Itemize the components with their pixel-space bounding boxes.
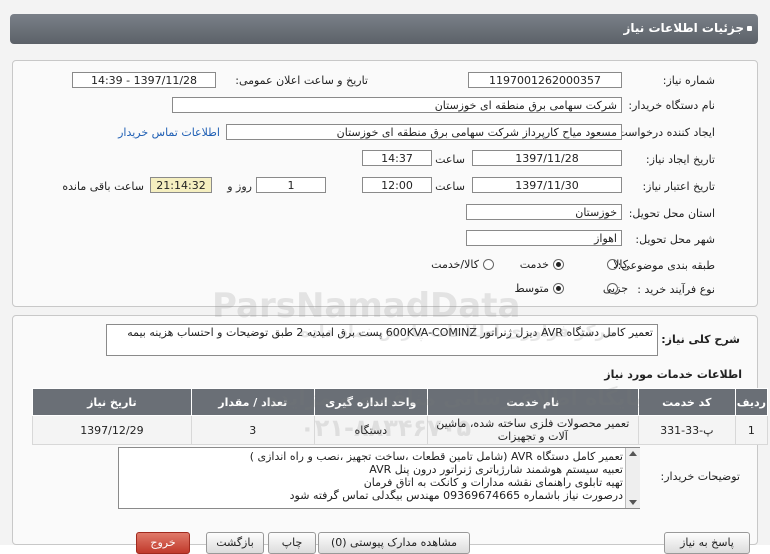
validity-date-field: 1397/11/30 (472, 177, 622, 193)
buyer-org-label: نام دستگاه خریدار: (628, 99, 715, 112)
created-time-label: ساعت (435, 153, 465, 166)
bullet-icon (747, 26, 752, 31)
need-number-label: شماره نیاز: (662, 74, 715, 87)
validity-time-field: 12:00 (362, 177, 432, 193)
notes-line: تعبیه سیستم هوشمند شارژباتری ژنراتور درو… (369, 463, 623, 476)
created-date-field: 1397/11/28 (472, 150, 622, 166)
requester-label: ایجاد کننده درخواست: (613, 126, 715, 139)
general-desc-label: شرح کلی نیاز: (661, 333, 740, 346)
requester-field: مسعود میاح کارپرداز شرکت سهامی برق منطقه… (226, 124, 622, 140)
services-info-heading: اطلاعات خدمات مورد نیاز (604, 368, 742, 381)
category-service-label: خدمت (519, 258, 549, 271)
notes-line: تهیه تابلوی راهنمای نقشه مدارات و کانکت … (363, 476, 623, 489)
process-medium-label: متوسط (514, 282, 549, 295)
announce-datetime-field: 1397/11/28 - 14:39 (72, 72, 216, 88)
buyer-notes-textarea[interactable]: تعمیر کامل دستگاه AVR (شامل تامین قطعات … (118, 447, 640, 509)
col-service-code: کد خدمت (637, 388, 736, 416)
time-left-field: 21:14:32 (150, 177, 212, 193)
services-table: ردیف کد خدمت نام خدمت واحد اندازه گیری ت… (32, 388, 769, 445)
category-goods-label: کالا (613, 258, 628, 271)
buyer-contact-link[interactable]: اطلاعات تماس خریدار (118, 126, 220, 139)
back-button[interactable]: بازگشت (206, 532, 264, 554)
process-type-label: نوع فرآیند خرید : (637, 283, 715, 296)
remaining-hours-label: ساعت باقی مانده (62, 180, 144, 193)
reply-button[interactable]: پاسخ به نیاز (664, 532, 750, 554)
created-date-label: تاریخ ایجاد نیاز: (645, 153, 715, 166)
days-left-field: 1 (256, 177, 326, 193)
notes-line: درصورت نیاز باشماره 09369674665 مهندس بی… (289, 489, 623, 502)
cell-service-name: تعمیر محصولات فلزی ساخته شده، ماشین آلات… (426, 415, 639, 445)
exit-button[interactable]: خروج (136, 532, 190, 554)
page-header: جزئیات اطلاعات نیاز (10, 14, 758, 44)
notes-scrollbar[interactable] (625, 448, 640, 508)
col-quantity: تعداد / مقدار (190, 388, 315, 416)
category-goods-service-label: کالا/خدمت (431, 258, 479, 271)
day-and-label: روز و (227, 180, 252, 193)
buyer-org-field: شرکت سهامی برق منطقه ای خوزستان (172, 97, 622, 113)
print-button[interactable]: چاپ (268, 532, 316, 554)
delivery-city-field: اهواز (466, 230, 622, 246)
view-documents-button[interactable]: مشاهده مدارک پیوستی (0) (318, 532, 470, 554)
cell-quantity: 3 (190, 415, 315, 445)
notes-line: تعمیر کامل دستگاه AVR (شامل تامین قطعات … (249, 450, 623, 463)
delivery-province-field: خوزستان (466, 204, 622, 220)
process-minor-label: جزیی (602, 282, 628, 295)
page-title: جزئیات اطلاعات نیاز (623, 21, 744, 35)
announce-datetime-label: تاریخ و ساعت اعلان عمومی: (235, 74, 368, 87)
validity-date-label: تاریخ اعتبار نیاز: (642, 180, 715, 193)
cell-need-date: 1397/12/29 (32, 415, 192, 445)
table-row: 1 پ-33-331 تعمیر محصولات فلزی ساخته شده،… (32, 415, 769, 445)
category-service-radio[interactable] (553, 259, 564, 270)
col-row-number: ردیف (734, 388, 769, 416)
created-time-field: 14:37 (362, 150, 432, 166)
delivery-province-label: استان محل تحویل: (628, 207, 715, 220)
cell-service-code: پ-33-331 (637, 415, 736, 445)
process-medium-radio[interactable] (553, 283, 564, 294)
delivery-city-label: شهر محل تحویل: (635, 233, 715, 246)
cell-row-number: 1 (734, 415, 769, 445)
general-desc-box: تعمیر کامل دستگاه AVR دیزل ژنراتور 600KV… (106, 324, 658, 356)
col-service-name: نام خدمت (426, 388, 639, 416)
validity-time-label: ساعت (435, 180, 465, 193)
category-label: طبقه بندی موضوعی: (617, 259, 715, 272)
col-need-date: تاریخ نیاز (32, 388, 192, 416)
need-number-field: 1197001262000357 (468, 72, 622, 88)
cell-unit: دستگاه (313, 415, 428, 445)
scroll-up-icon[interactable] (629, 451, 637, 456)
scroll-down-icon[interactable] (629, 500, 637, 505)
services-table-header: ردیف کد خدمت نام خدمت واحد اندازه گیری ت… (32, 388, 769, 416)
page: جزئیات اطلاعات نیاز شماره نیاز: 11970012… (0, 0, 770, 554)
col-unit: واحد اندازه گیری (313, 388, 428, 416)
category-goods-service-radio[interactable] (483, 259, 494, 270)
buyer-notes-label: توضیحات خریدار: (660, 470, 741, 483)
